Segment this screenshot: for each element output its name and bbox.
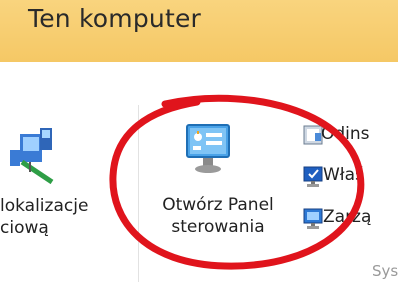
system-properties-icon	[303, 166, 323, 187]
system-properties-button[interactable]: Właś	[303, 164, 398, 190]
uninstall-programs-button[interactable]: Odins	[303, 122, 398, 148]
control-panel-icon	[186, 124, 230, 173]
system-properties-label: Właś	[323, 165, 364, 185]
manage-label: Zarzą	[323, 207, 372, 227]
network-location-label-line2: ciową	[0, 218, 49, 238]
manage-icon	[303, 208, 323, 229]
open-control-panel-label-line2: sterowania	[171, 217, 265, 237]
add-network-location-button[interactable]: lokalizacje ciową	[0, 120, 130, 250]
window-title: Ten komputer	[28, 4, 202, 33]
uninstall-programs-label: Odins	[321, 124, 370, 144]
uninstall-programs-icon	[303, 125, 323, 145]
ribbon-group-label: Sys	[372, 262, 398, 280]
window-titlebar: Ten komputer	[0, 0, 398, 62]
network-location-label-line1: lokalizacje	[0, 196, 89, 216]
manage-button[interactable]: Zarzą	[303, 206, 398, 232]
ribbon-group-separator	[138, 105, 139, 282]
open-control-panel-label-line1: Otwórz Panel	[162, 195, 274, 215]
open-control-panel-button[interactable]: Otwórz Panel sterowania	[148, 122, 288, 252]
network-location-icon	[10, 128, 54, 185]
